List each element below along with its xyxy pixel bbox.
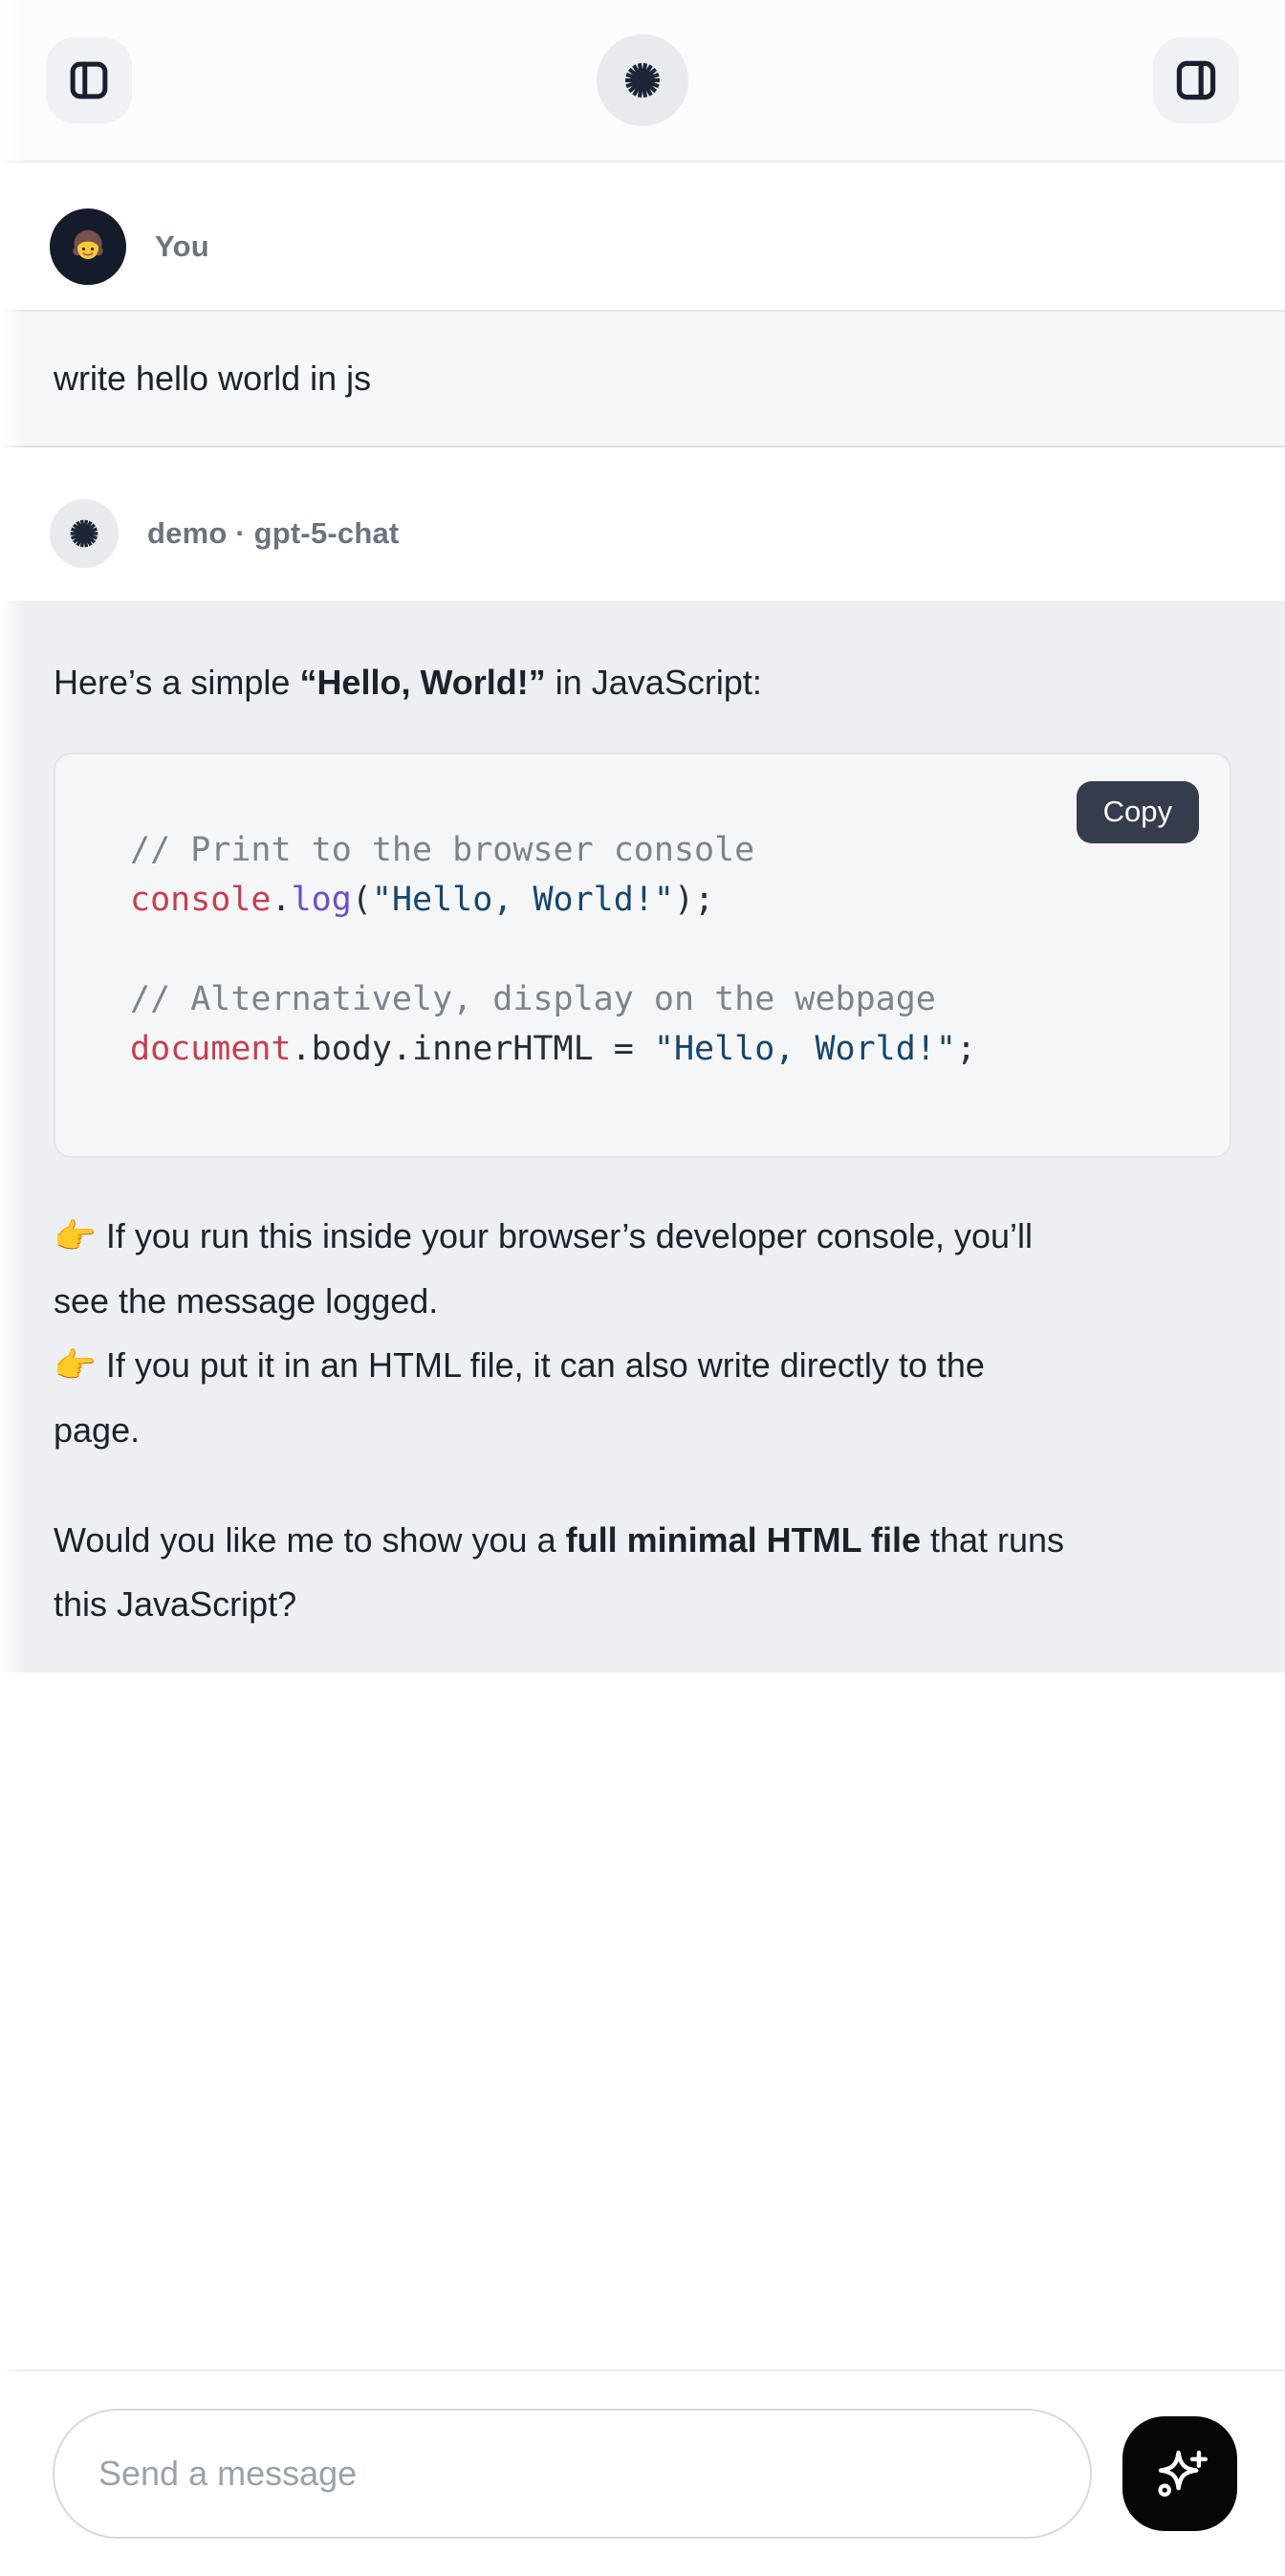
code-block: Copy // Print to the browser console con… (54, 753, 1231, 1158)
send-button[interactable] (1122, 2416, 1237, 2531)
panel-right-icon (1173, 57, 1219, 103)
user-message: write hello world in js (0, 310, 1285, 448)
sparkle-icon (1148, 2442, 1211, 2505)
logo-button[interactable] (597, 34, 688, 126)
assistant-notes-text: 👉 If you run this inside your browser’s … (54, 1204, 1231, 1462)
code-line: document.body.innerHTML = "Hello, World!… (130, 1024, 1191, 1074)
user-message-text: write hello world in js (54, 359, 371, 398)
user-avatar (50, 208, 126, 285)
copy-code-button[interactable]: Copy (1077, 781, 1199, 843)
conversation: You write hello world in js demo · gpt-5… (0, 208, 1285, 1672)
code-line (130, 925, 1191, 974)
starburst-icon (66, 515, 102, 552)
user-author-row: You (0, 208, 1285, 285)
assistant-message: Here’s a simple “Hello, World!” in JavaS… (0, 600, 1285, 1672)
code-line: console.log("Hello, World!"); (130, 875, 1191, 925)
assistant-author-label: demo · gpt-5-chat (147, 516, 399, 551)
sidebar-toggle-button[interactable] (46, 37, 132, 123)
top-bar (0, 0, 1285, 163)
code-line: // Print to the browser console (130, 825, 1191, 875)
assistant-intro-text: Here’s a simple “Hello, World!” in JavaS… (54, 650, 1231, 714)
assistant-followup-text: Would you like me to show you a full min… (54, 1508, 1231, 1636)
panel-left-icon (67, 58, 111, 102)
code-line: // Alternatively, display on the webpage (130, 974, 1191, 1024)
right-panel-toggle-button[interactable] (1153, 37, 1239, 123)
starburst-logo-icon (620, 57, 665, 103)
person-emoji-icon (65, 224, 111, 270)
assistant-avatar (50, 499, 119, 568)
message-input[interactable] (53, 2409, 1092, 2539)
composer-bar (0, 2369, 1285, 2576)
user-author-label: You (155, 229, 209, 264)
assistant-author-row: demo · gpt-5-chat (0, 499, 1285, 568)
